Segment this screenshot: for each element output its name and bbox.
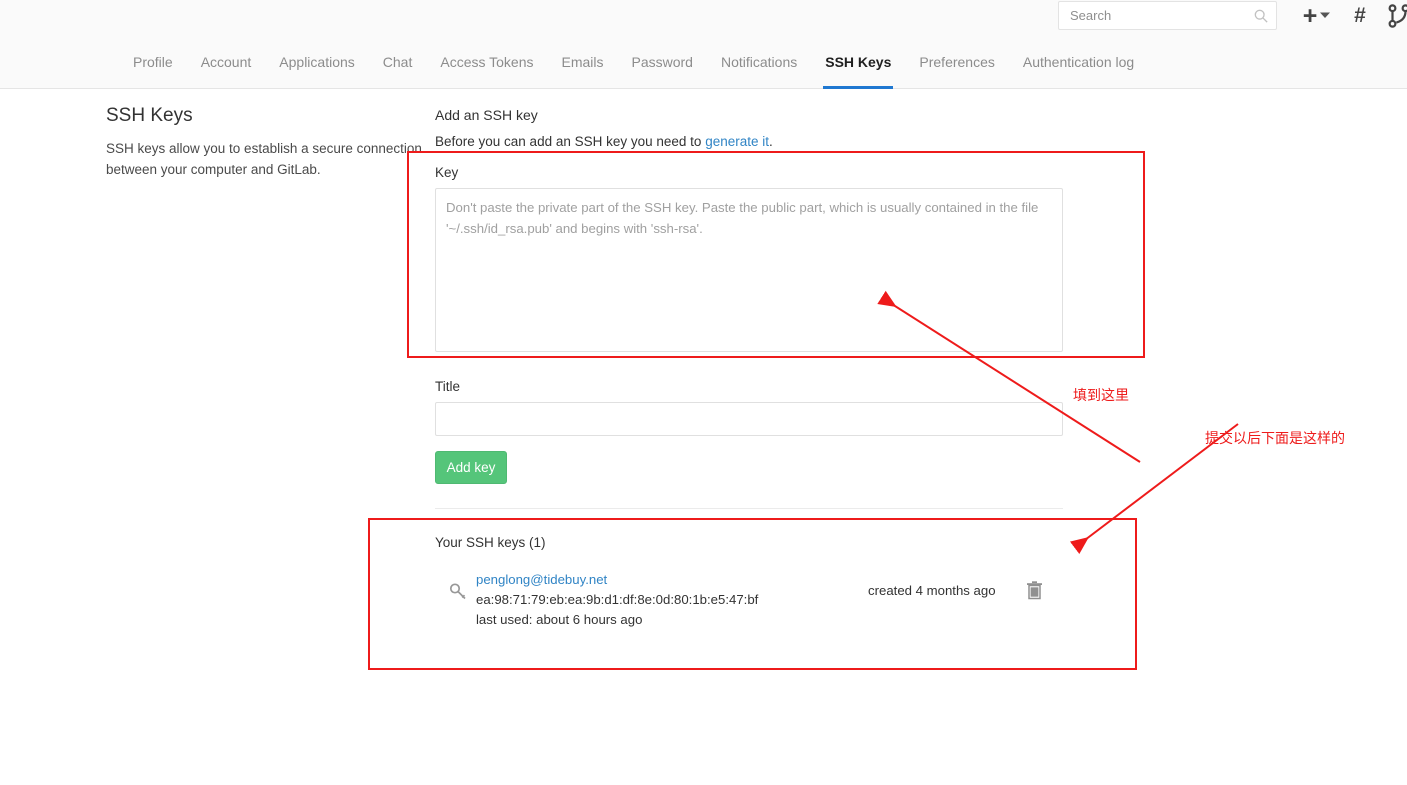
chevron-down-icon[interactable] bbox=[1318, 8, 1332, 22]
generate-key-hint: Before you can add an SSH key you need t… bbox=[435, 134, 773, 149]
trash-icon[interactable] bbox=[1026, 581, 1043, 600]
page-description: SSH keys allow you to establish a secure… bbox=[106, 141, 422, 177]
tab-account[interactable]: Account bbox=[187, 32, 266, 89]
add-ssh-key-heading: Add an SSH key bbox=[435, 107, 538, 123]
settings-nav: Profile Account Applications Chat Access… bbox=[0, 32, 1407, 89]
generate-key-hint-prefix: Before you can add an SSH key you need t… bbox=[435, 134, 706, 149]
key-field-label: Key bbox=[435, 165, 459, 180]
ssh-key-created: created 4 months ago bbox=[868, 583, 996, 598]
tab-ssh-keys[interactable]: SSH Keys bbox=[811, 32, 905, 89]
tab-preferences[interactable]: Preferences bbox=[905, 32, 1008, 89]
annotation-arrows bbox=[877, 290, 1239, 555]
key-input[interactable] bbox=[435, 188, 1063, 352]
ssh-key-row: penglong@tidebuy.net ea:98:71:79:eb:ea:9… bbox=[448, 572, 1058, 636]
generate-key-hint-suffix: . bbox=[768, 134, 773, 149]
search-box[interactable] bbox=[1058, 1, 1277, 30]
tab-applications[interactable]: Applications bbox=[265, 32, 369, 89]
search-input[interactable] bbox=[1068, 2, 1248, 29]
tab-password[interactable]: Password bbox=[618, 32, 707, 89]
tab-notifications[interactable]: Notifications bbox=[707, 32, 811, 89]
page-title: SSH Keys bbox=[106, 105, 193, 126]
tab-emails[interactable]: Emails bbox=[547, 32, 617, 89]
annotation-text-after-submit: 提交以后下面是这样的 bbox=[1205, 430, 1345, 446]
tab-chat[interactable]: Chat bbox=[369, 32, 427, 89]
tab-access-tokens[interactable]: Access Tokens bbox=[426, 32, 547, 89]
page-root: + # Profile Account Applications Chat Ac… bbox=[0, 0, 1407, 785]
key-glyph-icon bbox=[449, 583, 466, 600]
search-icon bbox=[1254, 9, 1268, 23]
ssh-key-last-used: last used: about 6 hours ago bbox=[476, 612, 643, 627]
ssh-key-fingerprint: ea:98:71:79:eb:ea:9b:d1:df:8e:0d:80:1b:e… bbox=[476, 592, 759, 607]
title-input[interactable] bbox=[435, 402, 1063, 436]
settings-nav-tabs: Profile Account Applications Chat Access… bbox=[133, 32, 1148, 89]
add-key-button[interactable]: Add key bbox=[435, 451, 507, 484]
ssh-key-title-link[interactable]: penglong@tidebuy.net bbox=[476, 572, 607, 587]
title-field-label: Title bbox=[435, 379, 461, 394]
annotation-text-fill-here: 填到这里 bbox=[1073, 387, 1129, 403]
tab-profile[interactable]: Profile bbox=[133, 32, 187, 89]
generate-it-link[interactable]: generate it bbox=[705, 134, 769, 149]
your-ssh-keys-heading: Your SSH keys (1) bbox=[435, 535, 546, 550]
top-bar: + # bbox=[0, 0, 1407, 32]
tab-authentication-log[interactable]: Authentication log bbox=[1009, 32, 1148, 89]
section-divider bbox=[435, 508, 1063, 509]
merge-request-icon[interactable] bbox=[1386, 3, 1407, 29]
hash-icon[interactable]: # bbox=[1347, 3, 1373, 29]
